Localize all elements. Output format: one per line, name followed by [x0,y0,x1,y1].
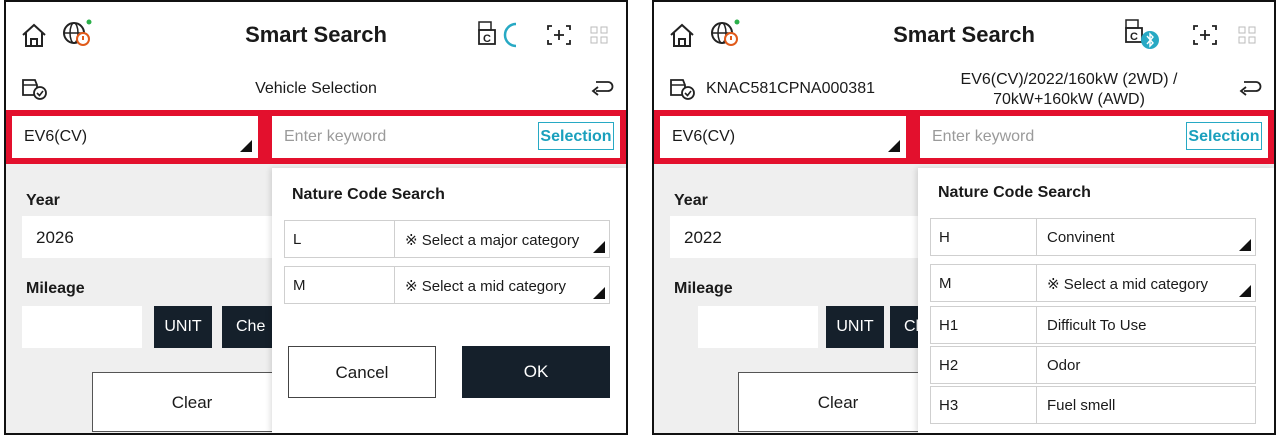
selection-button[interactable]: Selection [538,122,614,150]
category-code: L [285,221,395,257]
category-text: Difficult To Use [1047,317,1147,334]
dropdown-triangle-icon [1239,285,1251,297]
smart-search-panel-2: Smart Search C KNAC581CPNA000381 EV6(CV)… [652,0,1276,435]
svg-text:C: C [1130,31,1138,43]
app-title: Smart Search [893,22,1035,47]
selection-button[interactable]: Selection [1186,122,1262,150]
screen-capture-icon[interactable] [546,24,572,46]
category-code: M [931,265,1037,301]
vehicle-selection-title: Vehicle Selection [255,80,377,97]
year-field[interactable]: 2026 [22,216,272,258]
vehicle-selection-bar: Vehicle Selection [6,68,626,111]
category-code: M [285,267,395,303]
category-text: Odor [1047,357,1081,374]
dropdown-triangle-icon [1239,239,1251,251]
vci-bluetooth-icon[interactable]: C [1120,16,1166,52]
dropdown-triangle-icon [888,140,900,152]
major-category-row[interactable]: H Convinent [930,218,1256,256]
year-label: Year [26,192,60,209]
return-icon[interactable] [1238,78,1262,100]
category-text: Fuel smell [1047,397,1116,414]
category-text: ※ Select a mid category [405,278,566,295]
mileage-input[interactable] [698,306,818,348]
category-code: H [931,219,1037,255]
nature-code-dialog: Nature Code Search H Convinent M ※ Selec… [918,168,1274,433]
category-text: ※ Select a major category [405,232,580,249]
cancel-button[interactable]: Cancel [288,346,436,398]
dropdown-triangle-icon [593,287,605,299]
vci-connection-icon[interactable]: C [476,18,528,52]
model-value: EV6(CV) [672,128,736,145]
category-text: ※ Select a mid category [1047,276,1208,293]
keyword-input[interactable]: Enter keyword Selection [272,116,620,158]
dialog-title: Nature Code Search [292,186,445,203]
list-item[interactable]: H3 Fuel smell [930,386,1256,424]
svg-text:C: C [483,33,491,45]
screen-capture-icon[interactable] [1192,24,1218,46]
unit-button[interactable]: UNIT [826,306,884,348]
grid-menu-icon[interactable] [1238,26,1256,44]
list-item[interactable]: H1 Difficult To Use [930,306,1256,344]
app-title: Smart Search [245,22,387,47]
year-label: Year [674,192,708,209]
vehicle-check-icon[interactable] [668,77,696,101]
top-bar: Smart Search C [6,2,626,69]
top-bar: Smart Search C [654,2,1274,69]
category-text: Convinent [1047,229,1115,246]
dropdown-triangle-icon [240,140,252,152]
nature-code-dialog: Nature Code Search L ※ Select a major ca… [272,168,626,433]
list-item[interactable]: H2 Odor [930,346,1256,384]
year-field[interactable]: 2022 [670,216,920,258]
mileage-label: Mileage [674,280,733,297]
clear-button[interactable]: Clear [92,372,292,432]
mid-category-row[interactable]: M ※ Select a mid category [284,266,610,304]
keyword-placeholder: Enter keyword [284,128,387,145]
mileage-label: Mileage [26,280,85,297]
ok-button[interactable]: OK [462,346,610,398]
major-category-row[interactable]: L ※ Select a major category [284,220,610,258]
search-bar: EV6(CV) Enter keyword Selection [6,110,626,164]
vehicle-info-bar: KNAC581CPNA000381 EV6(CV)/2022/160kW (2W… [654,68,1274,111]
smart-search-panel-1: Smart Search C Vehicle Selection EV6(CV)… [4,0,628,435]
category-code: H2 [931,347,1037,383]
mileage-input[interactable] [22,306,142,348]
vehicle-description: EV6(CV)/2022/160kW (2WD) / 70kW+160kW (A… [960,71,1178,108]
return-icon[interactable] [590,78,614,100]
category-code: H3 [931,387,1037,423]
mid-category-row[interactable]: M ※ Select a mid category [930,264,1256,302]
dropdown-triangle-icon [593,241,605,253]
model-value: EV6(CV) [24,128,88,145]
keyword-placeholder: Enter keyword [932,128,1035,145]
vin-number: KNAC581CPNA000381 [706,80,875,97]
year-value: 2022 [684,228,722,247]
keyword-input[interactable]: Enter keyword Selection [920,116,1268,158]
model-dropdown[interactable]: EV6(CV) [660,116,906,158]
search-bar: EV6(CV) Enter keyword Selection [654,110,1274,164]
dialog-title: Nature Code Search [938,184,1091,201]
year-value: 2026 [36,228,74,247]
unit-button[interactable]: UNIT [154,306,212,348]
category-code: H1 [931,307,1037,343]
model-dropdown[interactable]: EV6(CV) [12,116,258,158]
clear-button[interactable]: Clear [738,372,938,432]
grid-menu-icon[interactable] [590,26,608,44]
